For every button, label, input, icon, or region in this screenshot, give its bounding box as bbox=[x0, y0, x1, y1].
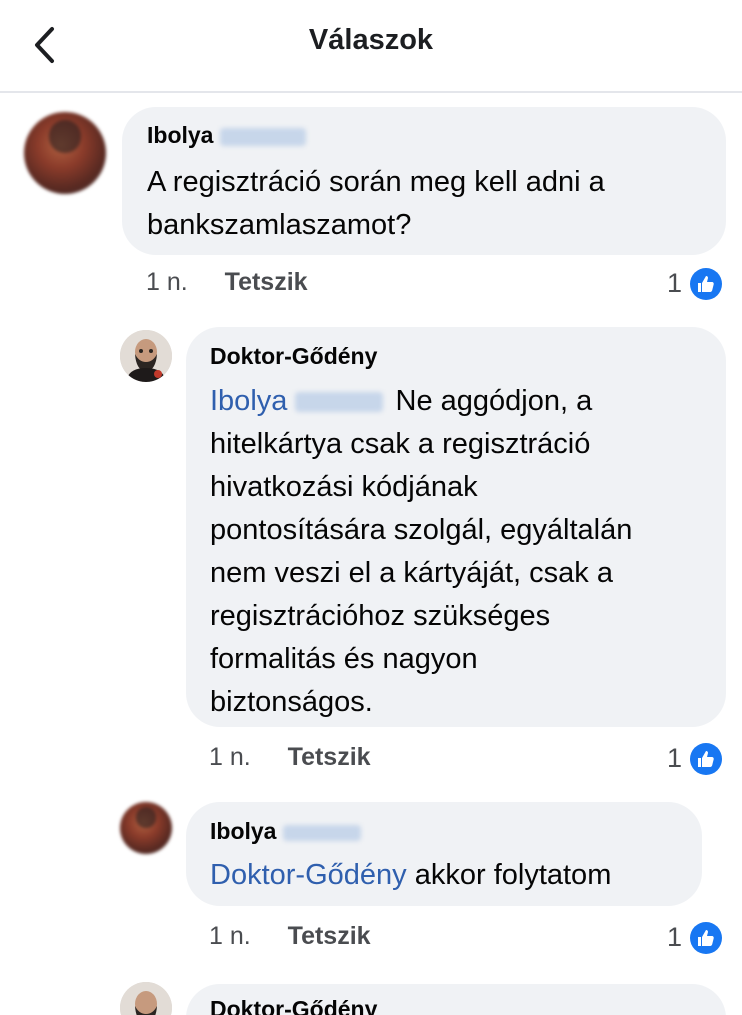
comment-author[interactable]: Ibolya bbox=[147, 122, 213, 148]
comment-time: 1 n. bbox=[209, 922, 251, 950]
comment-author[interactable]: Doktor-Gődény bbox=[210, 996, 377, 1015]
comment-time: 1 n. bbox=[209, 743, 251, 771]
comment-bubble[interactable]: Doktor-Gődény Ibolya Ne aggódjon, a hite… bbox=[186, 327, 726, 727]
comment-text: Doktor-Gődény akkor folytatom bbox=[210, 859, 612, 891]
like-reaction-icon[interactable] bbox=[690, 268, 722, 300]
like-reaction-icon[interactable] bbox=[690, 743, 722, 775]
comment-text: A regisztráció során meg kell adni a ban… bbox=[147, 166, 605, 241]
like-button[interactable]: Tetszik bbox=[288, 922, 371, 950]
comment-bubble[interactable]: Ibolya Doktor-Gődény akkor folytatom bbox=[186, 802, 702, 906]
comment-author[interactable]: Ibolya bbox=[210, 818, 276, 844]
like-count[interactable]: 1 bbox=[667, 268, 682, 299]
mention-link[interactable]: Ibolya bbox=[210, 385, 287, 417]
comment-time: 1 n. bbox=[146, 268, 188, 296]
avatar[interactable] bbox=[120, 330, 172, 382]
comment-author[interactable]: Doktor-Gődény bbox=[210, 343, 377, 370]
comment-bubble[interactable]: Doktor-Gődény bbox=[186, 984, 726, 1015]
top-bar: Válaszok bbox=[0, 0, 742, 93]
avatar[interactable] bbox=[120, 982, 172, 1015]
comment-bubble[interactable]: Ibolya A regisztráció során meg kell adn… bbox=[122, 107, 726, 255]
mention-link[interactable]: Doktor-Gődény bbox=[210, 859, 407, 891]
avatar[interactable] bbox=[24, 112, 106, 194]
like-count[interactable]: 1 bbox=[667, 922, 682, 953]
like-button[interactable]: Tetszik bbox=[288, 743, 371, 771]
like-reaction-icon[interactable] bbox=[690, 922, 722, 954]
like-button[interactable]: Tetszik bbox=[225, 268, 308, 296]
avatar[interactable] bbox=[120, 802, 172, 854]
comment-text: Ibolya Ne aggódjon, a hitelkártya csak a… bbox=[210, 385, 633, 718]
blurred-surname bbox=[295, 392, 384, 413]
page-title: Válaszok bbox=[308, 24, 434, 56]
blurred-surname bbox=[219, 127, 306, 146]
blurred-surname bbox=[282, 824, 361, 841]
like-count[interactable]: 1 bbox=[667, 743, 682, 774]
